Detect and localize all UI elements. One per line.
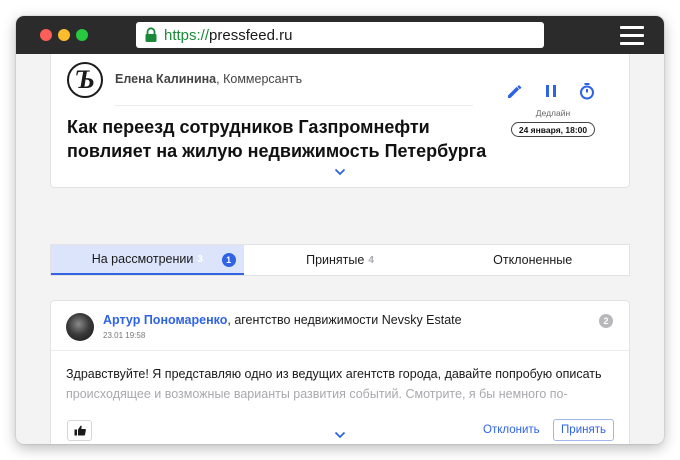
url-protocol: https:// (164, 26, 210, 44)
thumbs-up-icon (74, 425, 86, 436)
response-text: Здравствуйте! Я представляю одно из веду… (66, 367, 602, 381)
response-text-preview: происходящее и возможные варианты развит… (66, 387, 568, 401)
hamburger-menu-icon[interactable] (620, 26, 644, 45)
url-text: https://pressfeed.ru (164, 27, 292, 44)
response-time: 23.01 19:58 (103, 331, 146, 340)
request-author-name: Елена Калинина (115, 72, 217, 86)
request-author: Елена Калинина, Коммерсантъ (115, 72, 302, 86)
maximize-window-button[interactable] (76, 29, 88, 41)
avatar (66, 313, 94, 341)
browser-window: https://pressfeed.ru Ъ Елена Калинина, К… (16, 16, 664, 444)
response-author-org: , агентство недвижимости Nevsky Estate (227, 313, 462, 327)
minimize-window-button[interactable] (58, 29, 70, 41)
tab-count: 4 (368, 254, 374, 266)
new-responses-badge: 1 (221, 253, 236, 267)
pencil-icon[interactable] (505, 81, 525, 101)
pause-icon[interactable] (541, 81, 561, 101)
response-author: Артур Пономаренко, агентство недвижимост… (103, 313, 462, 327)
response-author-name[interactable]: Артур Пономаренко (103, 313, 227, 327)
tab-accepted[interactable]: Принятые 4 (244, 245, 437, 275)
tab-label: Принятые (306, 253, 365, 267)
divider (115, 105, 473, 106)
close-window-button[interactable] (40, 29, 52, 41)
like-button[interactable] (67, 420, 92, 441)
browser-titlebar: https://pressfeed.ru (16, 16, 664, 54)
chevron-down-icon[interactable] (334, 168, 346, 176)
tab-under-review[interactable]: На рассмотрении 3 1 (51, 245, 244, 275)
request-card: Ъ Елена Калинина, Коммерсантъ Как переез… (50, 54, 630, 188)
publication-logo: Ъ (67, 62, 103, 98)
tab-count: 3 (197, 253, 203, 265)
url-host: pressfeed.ru (209, 26, 293, 44)
address-bar[interactable]: https://pressfeed.ru (136, 22, 544, 48)
tab-rejected[interactable]: Отклоненные (436, 245, 629, 275)
stopwatch-icon[interactable] (577, 81, 597, 101)
tab-label: На рассмотрении (91, 252, 194, 266)
reject-button[interactable]: Отклонить (483, 424, 540, 436)
response-tabs: На рассмотрении 3 1 Принятые 4 Отклоненные (50, 244, 630, 276)
tab-label: Отклоненные (493, 253, 573, 267)
request-author-org: , Коммерсантъ (216, 72, 303, 86)
response-card: Артур Пономаренко, агентство недвижимост… (50, 300, 630, 444)
divider (51, 350, 629, 351)
request-title: Как переезд сотрудников Газпромнефти пов… (67, 117, 487, 161)
lock-icon (145, 27, 157, 42)
page-content: Ъ Елена Калинина, Коммерсантъ Как переез… (16, 54, 664, 444)
deadline-badge: 24 января, 18:00 (511, 122, 595, 137)
response-number-badge: 2 (599, 314, 613, 328)
deadline-label: Дедлайн (535, 108, 571, 118)
accept-button[interactable]: Принять (553, 419, 614, 441)
chevron-down-icon[interactable] (334, 431, 346, 439)
